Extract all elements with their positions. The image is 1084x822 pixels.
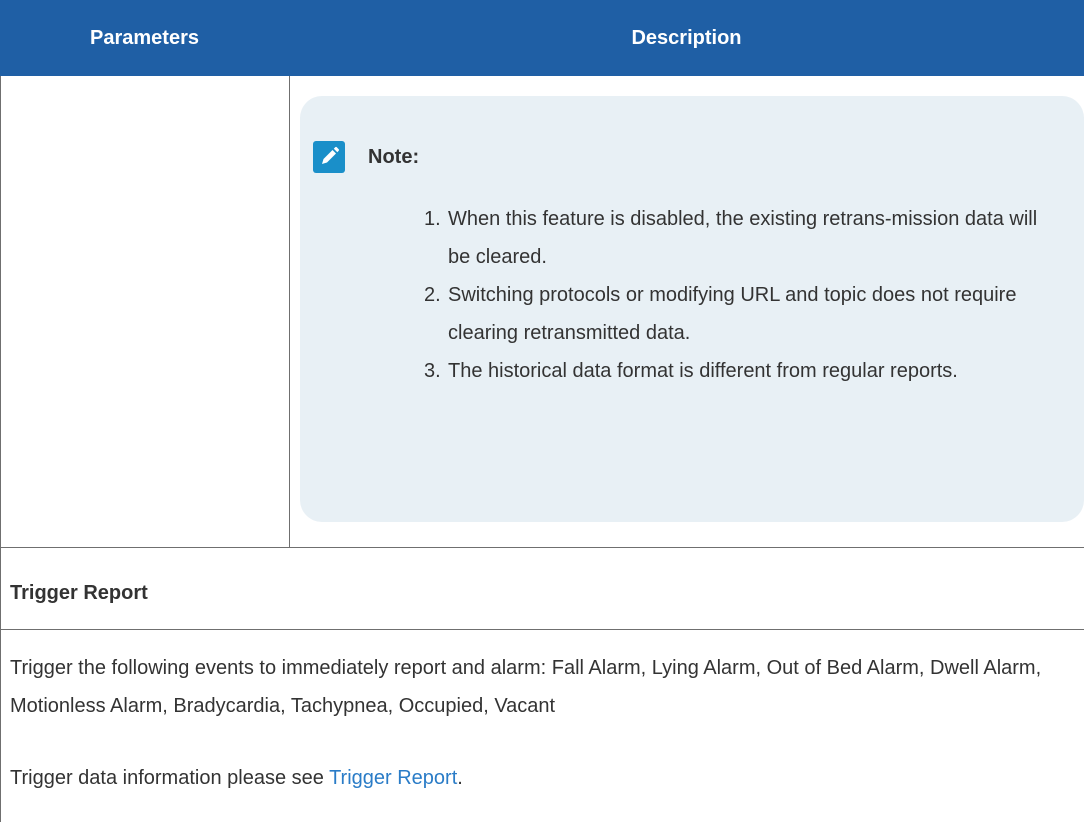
trigger-report-title: Trigger Report	[10, 582, 148, 604]
column-divider	[289, 76, 290, 547]
note-list: 1. When this feature is disabled, the exi…	[424, 200, 1064, 390]
note-box: Note: 1. When this feature is disabled, t…	[300, 96, 1084, 522]
note-item-number: 3.	[424, 360, 441, 382]
trigger-report-info: Trigger data information please see Trig…	[10, 759, 1074, 797]
trigger-report-description: Trigger the following events to immediat…	[10, 657, 1042, 717]
note-item: 3. The historical data format is differen…	[424, 352, 1064, 390]
section-divider	[0, 629, 1084, 630]
row-divider	[0, 547, 1084, 548]
note-item: 1. When this feature is disabled, the exi…	[424, 200, 1064, 276]
table-left-border	[0, 76, 1, 822]
document-page: Parameters Description Note: 1. When this…	[0, 0, 1084, 822]
table-header: Parameters Description	[0, 0, 1084, 76]
trigger-report-link[interactable]: Trigger Report	[329, 767, 457, 789]
pencil-note-icon	[313, 141, 345, 173]
trigger-report-info-suffix: .	[457, 767, 463, 789]
note-item-text: Switching protocols or modifying URL and…	[448, 284, 1017, 344]
parameters-header: Parameters	[90, 27, 199, 49]
note-title: Note:	[368, 146, 420, 168]
note-item-text: The historical data format is different …	[448, 360, 958, 382]
description-header: Description	[631, 27, 742, 49]
note-item-text: When this feature is disabled, the exist…	[448, 208, 1038, 268]
note-item: 2. Switching protocols or modifying URL a…	[424, 276, 1064, 352]
trigger-report-info-prefix: Trigger data information please see	[10, 767, 330, 789]
note-item-number: 1.	[424, 208, 441, 230]
note-item-number: 2.	[424, 284, 441, 306]
